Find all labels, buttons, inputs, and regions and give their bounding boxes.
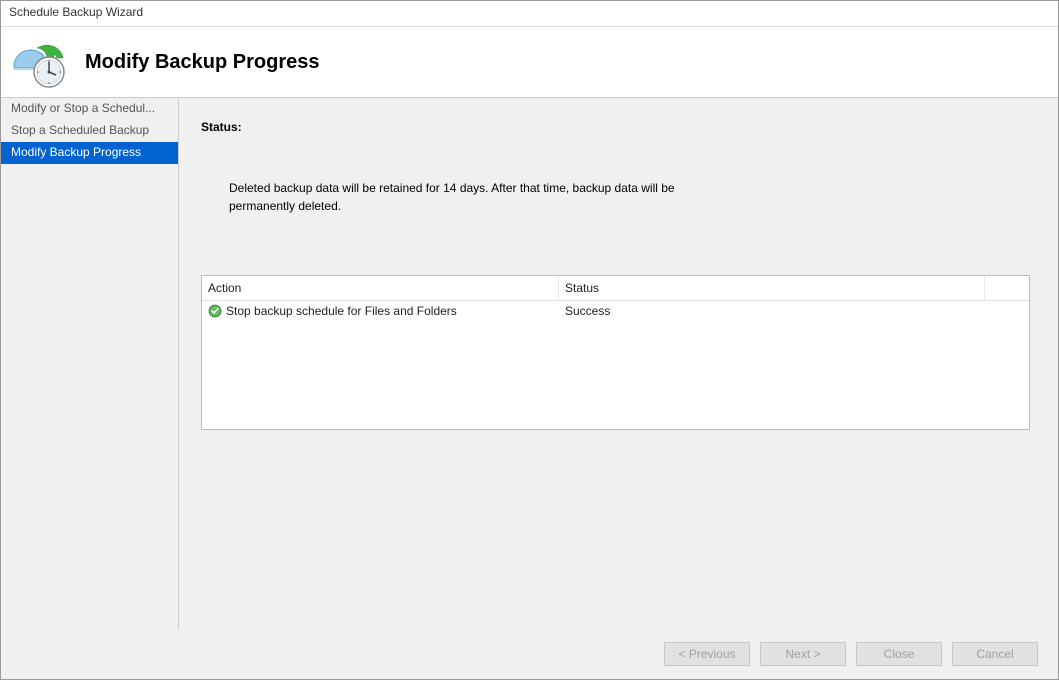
backup-clock-icon bbox=[11, 36, 67, 88]
close-button[interactable]: Close bbox=[856, 642, 942, 666]
row-action-text: Stop backup schedule for Files and Folde… bbox=[226, 304, 457, 318]
success-check-icon bbox=[208, 304, 222, 318]
next-button[interactable]: Next > bbox=[760, 642, 846, 666]
status-label: Status: bbox=[201, 120, 1030, 134]
window-title: Schedule Backup Wizard bbox=[1, 1, 1058, 27]
wizard-footer: < Previous Next > Close Cancel bbox=[1, 629, 1058, 679]
main-content: Status: Deleted backup data will be reta… bbox=[179, 98, 1058, 629]
progress-table: Action Status Stop backup schedule for F… bbox=[201, 275, 1030, 430]
page-title: Modify Backup Progress bbox=[85, 51, 320, 74]
column-header-status[interactable]: Status bbox=[559, 276, 985, 300]
status-description: Deleted backup data will be retained for… bbox=[229, 179, 719, 215]
table-row[interactable]: Stop backup schedule for Files and Folde… bbox=[202, 301, 1029, 321]
wizard-header: Modify Backup Progress bbox=[1, 27, 1058, 97]
sidebar-item-modify-progress[interactable]: Modify Backup Progress bbox=[1, 142, 178, 164]
table-header: Action Status bbox=[202, 276, 1029, 301]
cancel-button[interactable]: Cancel bbox=[952, 642, 1038, 666]
row-status-cell: Success bbox=[559, 304, 1029, 318]
row-action-cell: Stop backup schedule for Files and Folde… bbox=[202, 304, 559, 318]
sidebar-item-modify-stop[interactable]: Modify or Stop a Schedul... bbox=[1, 98, 178, 120]
sidebar-item-stop-scheduled[interactable]: Stop a Scheduled Backup bbox=[1, 120, 178, 142]
column-header-action[interactable]: Action bbox=[202, 276, 559, 300]
previous-button[interactable]: < Previous bbox=[664, 642, 750, 666]
wizard-steps-sidebar: Modify or Stop a Schedul... Stop a Sched… bbox=[1, 98, 179, 629]
